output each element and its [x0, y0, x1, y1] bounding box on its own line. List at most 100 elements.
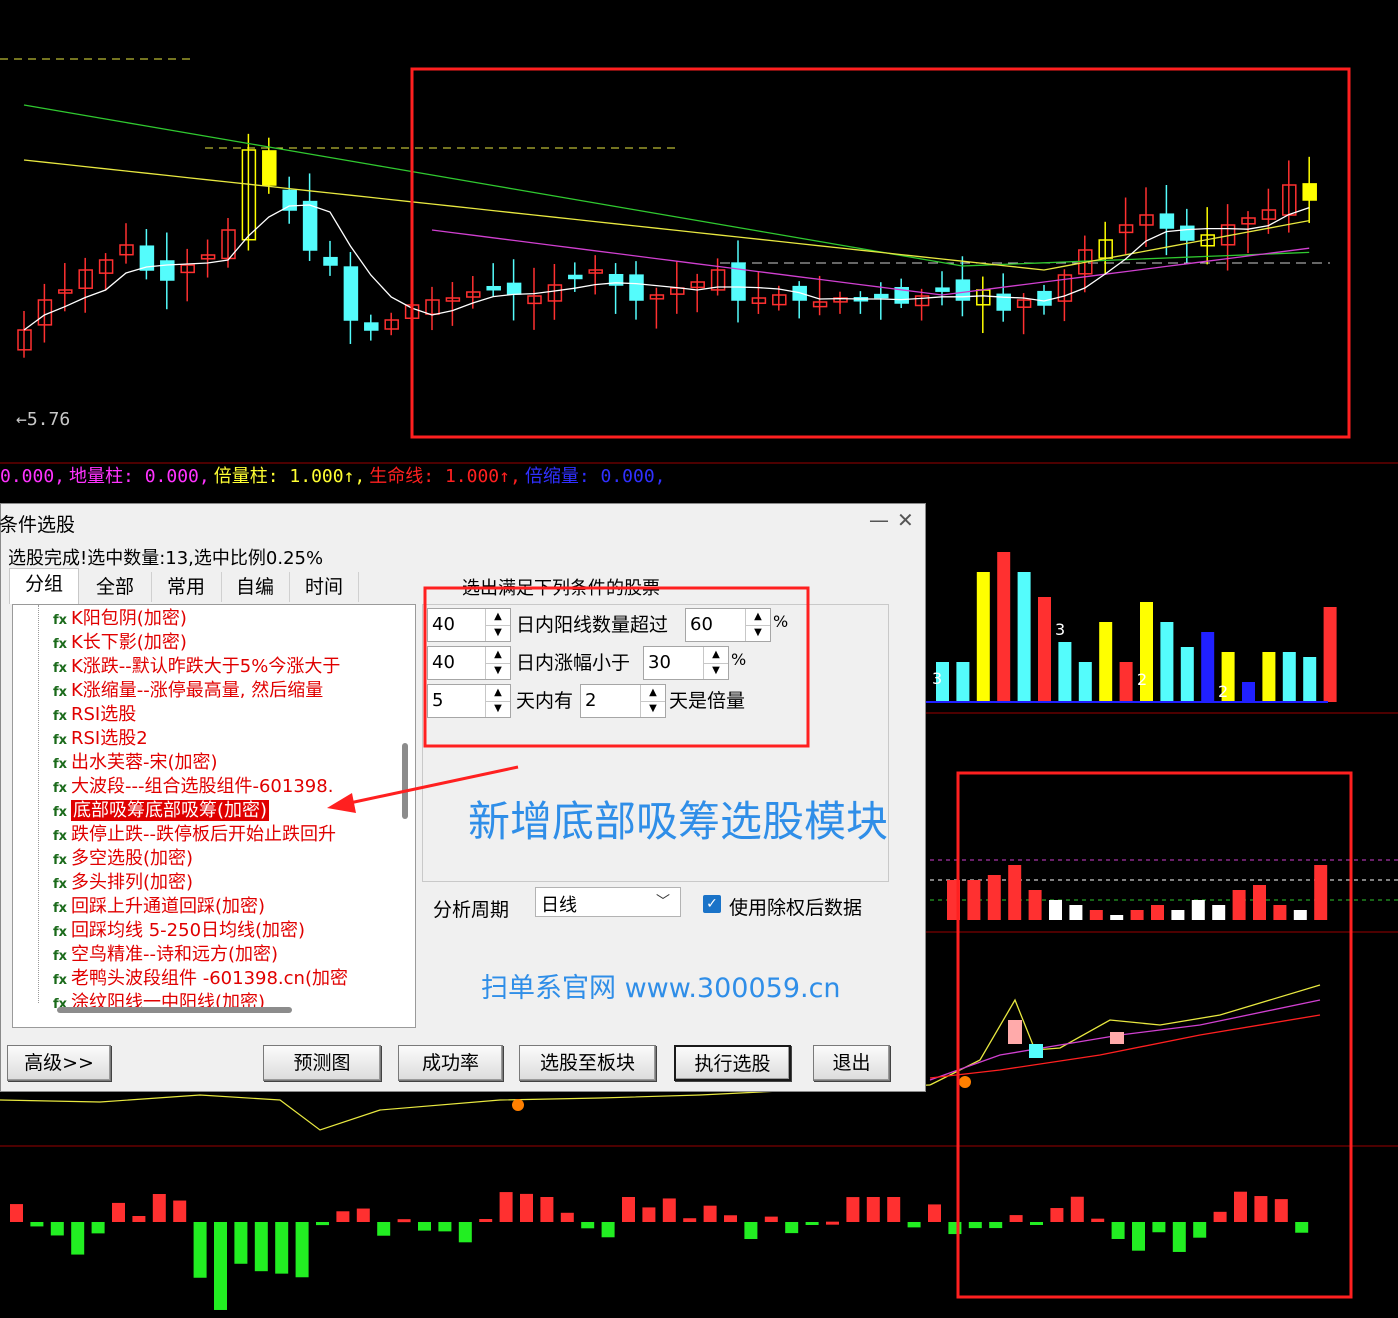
candle-body	[262, 150, 277, 186]
signal-dot	[512, 1099, 524, 1111]
formula-list-item[interactable]: fx 出水芙蓉-宋(加密)	[53, 751, 218, 775]
candle-body	[364, 322, 379, 331]
macd-bar	[948, 1222, 962, 1235]
indicator-bar	[1212, 905, 1226, 920]
formula-icon: fx	[53, 949, 68, 964]
macd-bar	[10, 1204, 23, 1222]
spin-up-icon[interactable]: ▲	[486, 647, 510, 664]
formula-list-item[interactable]: fx 跌停止跌--跌停板后开始止跌回升	[53, 823, 336, 847]
indicator-bar	[1232, 890, 1246, 920]
indicator-readout: 0.000, 地量柱: 0.000, 倍量柱: 1.000↑, 生命线: 1.000↑…	[0, 462, 670, 488]
formula-icon: fx	[53, 661, 68, 676]
formula-item-label: 大波段---组合选股组件-601398.	[71, 776, 334, 797]
tree-guide-line	[38, 605, 39, 1003]
indicator-bar	[1273, 905, 1287, 920]
minimize-icon[interactable]: —	[869, 508, 889, 532]
cond3-count-stepper[interactable]: 2 ▲ ▼	[580, 684, 666, 718]
tab-custom[interactable]: 自编	[221, 572, 288, 602]
volume-marker: 2	[1137, 670, 1147, 689]
candle-body	[629, 274, 644, 301]
indicator-bar	[947, 880, 960, 920]
formula-list-item[interactable]: fx 底部吸筹底部吸筹(加密)	[53, 799, 270, 823]
spin-down-icon[interactable]: ▼	[486, 663, 510, 679]
spin-up-icon[interactable]: ▲	[704, 647, 728, 664]
macd-bar	[356, 1208, 370, 1222]
execute-selection-button[interactable]: 执行选股	[674, 1045, 791, 1081]
macd-bar	[1254, 1196, 1268, 1222]
oscillator-line	[929, 999, 1321, 1081]
formula-list-item[interactable]: fx K长下影(加密)	[53, 631, 187, 655]
formula-list-item[interactable]: fx 多空选股(加密)	[53, 847, 193, 871]
formula-list-item[interactable]: fx RSI选股	[53, 703, 136, 727]
macd-bar	[397, 1219, 411, 1223]
cond1-percent-stepper[interactable]: 60 ▲ ▼	[685, 608, 771, 642]
dialog-titlebar[interactable]: 条件选股 — ✕	[0, 504, 925, 538]
macd-bar	[1009, 1215, 1023, 1222]
spin-up-icon[interactable]: ▲	[486, 685, 510, 702]
cond1-days-stepper[interactable]: 40 ▲ ▼	[427, 608, 511, 642]
formula-list-item[interactable]: fx 大波段---组合选股组件-601398.	[53, 775, 333, 799]
tab-all[interactable]: 全部	[81, 572, 149, 602]
volume-marker: 2	[1218, 682, 1228, 701]
candle-body	[506, 282, 522, 295]
use-adjusted-data-checkbox[interactable]: ✓	[703, 895, 721, 913]
formula-list-item[interactable]: fx RSI选股2	[53, 727, 148, 751]
preview-chart-button[interactable]: 预测图	[263, 1045, 381, 1081]
macd-bar	[642, 1207, 656, 1222]
formula-list-item[interactable]: fx 老鸭头波段组件 -601398.cn(加密	[53, 967, 348, 991]
cond2-percent-stepper[interactable]: 30 ▲ ▼	[643, 646, 729, 680]
macd-bar	[377, 1222, 391, 1236]
tab-time[interactable]: 时间	[289, 572, 359, 602]
candle-body	[302, 200, 318, 251]
add-to-block-button[interactable]: 选股至板块	[519, 1045, 656, 1081]
spin-down-icon[interactable]: ▼	[486, 701, 510, 717]
indicator-bar	[967, 880, 981, 920]
formula-list-item[interactable]: fx 回踩均线 5-250日均线(加密)	[53, 919, 305, 943]
indicator-bar	[1191, 900, 1205, 920]
formula-icon: fx	[53, 901, 68, 916]
spin-up-icon[interactable]: ▲	[486, 609, 510, 626]
indicator-bar	[1293, 910, 1307, 920]
vertical-scrollbar[interactable]	[397, 609, 415, 1003]
macd-bar	[520, 1193, 533, 1222]
formula-item-label: 回踩均线 5-250日均线(加密)	[71, 920, 306, 941]
exit-button[interactable]: 退出	[813, 1045, 890, 1081]
macd-bar	[1070, 1196, 1084, 1222]
spin-up-icon[interactable]: ▲	[746, 609, 770, 626]
vertical-scroll-thumb[interactable]	[402, 743, 408, 819]
volume-bar	[1201, 632, 1215, 702]
cond3-days-stepper[interactable]: 5 ▲ ▼	[427, 684, 511, 718]
horizontal-scroll-thumb[interactable]	[57, 1007, 292, 1013]
spin-down-icon[interactable]: ▼	[486, 625, 510, 641]
spin-up-icon[interactable]: ▲	[641, 685, 665, 702]
spin-down-icon[interactable]: ▼	[704, 663, 728, 679]
candle-body	[160, 260, 175, 281]
formula-list-item[interactable]: fx K涨跌--默认昨跌大于5%今涨大于	[53, 655, 340, 679]
cond2-days-stepper[interactable]: 40 ▲ ▼	[427, 646, 511, 680]
formula-icon: fx	[53, 733, 68, 748]
macd-bar	[152, 1194, 166, 1222]
formula-list-item[interactable]: fx 多头排列(加密)	[53, 871, 193, 895]
formula-list-item[interactable]: fx K涨缩量--涨停最高量, 然后缩量	[53, 679, 323, 703]
volume-bar	[1242, 682, 1255, 702]
macd-bar	[1234, 1191, 1247, 1222]
tab-group[interactable]: 分组	[9, 568, 79, 604]
tab-common[interactable]: 常用	[151, 572, 220, 602]
website-text: 扫单系官网 www.300059.cn	[481, 973, 841, 1004]
use-adjusted-data-label: 使用除权后数据	[729, 897, 863, 919]
formula-icon: fx	[53, 709, 68, 724]
formula-list-item[interactable]: fx K阳包阴(加密)	[53, 607, 187, 631]
formula-list-item[interactable]: fx 回踩上升通道回踩(加密)	[53, 895, 265, 919]
formula-list[interactable]: fx K阳包阴(加密) fx K长下影(加密) fx K涨跌--默认昨跌大于5%今涨大于 f…	[12, 604, 416, 1028]
spin-down-icon[interactable]: ▼	[641, 701, 665, 717]
success-rate-button[interactable]: 成功率	[398, 1045, 503, 1081]
formula-list-item[interactable]: fx 空鸟精准--诗和远方(加密)	[53, 943, 278, 967]
formula-item-label: 多头排列(加密)	[71, 872, 194, 893]
indicator-bar	[1089, 910, 1103, 920]
spin-down-icon[interactable]: ▼	[746, 625, 770, 641]
advanced-button[interactable]: 高级>>	[7, 1045, 111, 1081]
candle-body	[486, 285, 501, 291]
analysis-cycle-select[interactable]: 日线 ﹀	[535, 887, 681, 917]
close-icon[interactable]: ✕	[897, 508, 914, 532]
formula-item-label: 多空选股(加密)	[71, 848, 194, 869]
